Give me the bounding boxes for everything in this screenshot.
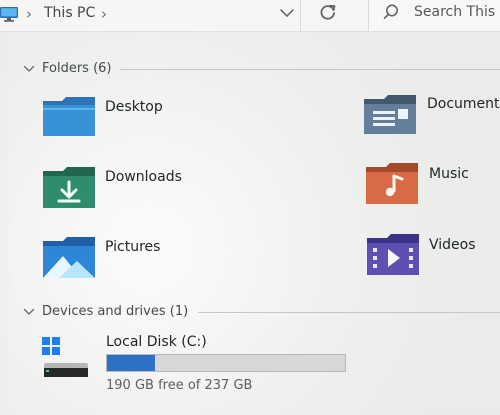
- desktop-folder-icon: [41, 96, 97, 138]
- folder-downloads[interactable]: Downloads: [41, 166, 261, 212]
- music-folder-icon: [364, 162, 420, 206]
- documents-folder-icon: [362, 94, 418, 136]
- chevron-right-icon: ›: [26, 5, 32, 23]
- pc-icon: [0, 7, 20, 23]
- chevron-right-icon[interactable]: ›: [101, 7, 107, 22]
- search-icon: [381, 3, 401, 23]
- folders-section-heading: Folders (6): [42, 61, 112, 76]
- local-disk-label: Local Disk (C:): [106, 334, 207, 350]
- refresh-icon: [320, 4, 336, 20]
- local-disk-icon: [40, 335, 92, 379]
- folder-videos[interactable]: Videos: [365, 233, 500, 279]
- breadcrumb-this-pc[interactable]: This PC: [44, 5, 95, 21]
- chevron-down-icon: [280, 9, 294, 17]
- search-field[interactable]: Search This PC: [368, 0, 500, 31]
- devices-section-toggle[interactable]: [22, 304, 36, 318]
- file-explorer-window: › This PC › Search This PC: [0, 0, 500, 415]
- devices-section-divider: [198, 312, 500, 313]
- devices-section-heading: Devices and drives (1): [42, 304, 189, 319]
- address-bar[interactable]: › This PC ›: [0, 0, 301, 31]
- folder-desktop[interactable]: Desktop: [41, 96, 261, 141]
- disk-usage-bar: [106, 354, 346, 372]
- folder-videos-label: Videos: [429, 237, 476, 253]
- refresh-button[interactable]: [318, 2, 338, 22]
- folder-pictures-label: Pictures: [105, 239, 161, 255]
- folders-section-toggle[interactable]: [22, 61, 36, 75]
- address-toolbar: › This PC › Search This PC: [0, 0, 500, 32]
- folder-music-label: Music: [429, 166, 469, 182]
- left-panel-edge: [0, 32, 9, 415]
- folder-music[interactable]: Music: [364, 162, 500, 208]
- videos-folder-icon: [365, 233, 421, 277]
- folder-downloads-label: Downloads: [105, 169, 182, 185]
- chevron-down-icon: [23, 65, 35, 72]
- downloads-folder-icon: [41, 166, 97, 210]
- pictures-folder-icon: [41, 236, 97, 280]
- disk-usage-fill: [107, 355, 155, 371]
- folder-pictures[interactable]: Pictures: [41, 236, 261, 282]
- folder-desktop-label: Desktop: [105, 99, 163, 115]
- folder-documents[interactable]: Documents: [362, 91, 500, 137]
- search-placeholder: Search This PC: [414, 4, 500, 20]
- folder-documents-label: Documents: [427, 96, 500, 112]
- disk-free-space-text: 190 GB free of 237 GB: [106, 378, 253, 393]
- chevron-down-icon: [23, 308, 35, 315]
- address-dropdown-button[interactable]: [278, 4, 296, 22]
- folders-section-divider: [120, 69, 500, 70]
